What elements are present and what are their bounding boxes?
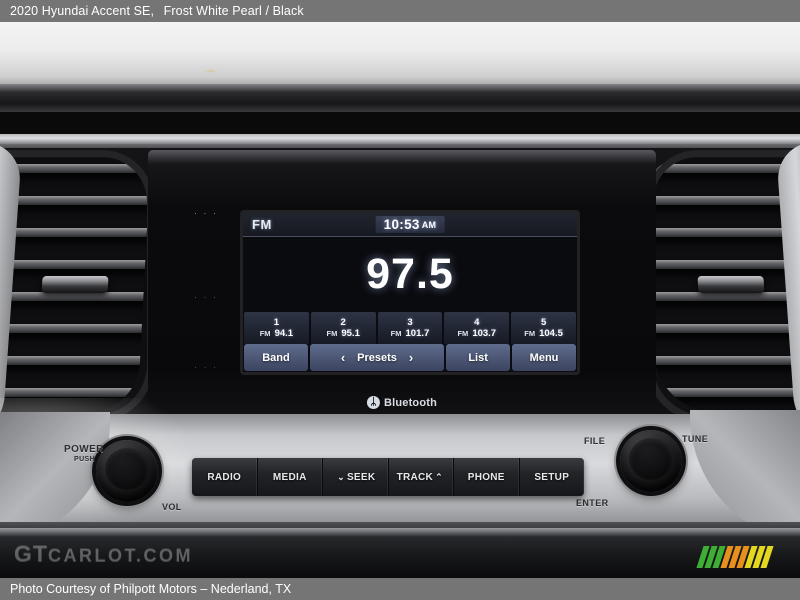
- air-vent-left[interactable]: [0, 158, 151, 413]
- infotainment-screen[interactable]: FM 10:53 AM 97.5 1 FM 94.1 2 FM 95.1 3 F…: [243, 213, 577, 372]
- frequency-area: 97.5: [243, 237, 577, 312]
- preset-frequency: 101.7: [405, 328, 430, 339]
- dash-reflection: [203, 69, 219, 73]
- preset-button-1[interactable]: 1 FM 94.1: [244, 312, 309, 344]
- screen-status-bar: FM 10:53 AM: [243, 213, 577, 237]
- presets-softkey[interactable]: ‹ Presets ›: [309, 344, 445, 371]
- radio-button[interactable]: RADIO: [192, 458, 258, 496]
- preset-button-5[interactable]: 5 FM 104.5: [511, 312, 576, 344]
- preset-frequency: 104.5: [539, 328, 563, 339]
- head-unit: · · · · · · · · · FM 10:53 AM 97.5 1 FM …: [148, 150, 656, 432]
- clock-display: 10:53 AM: [375, 216, 445, 233]
- preset-frequency: 103.7: [472, 328, 497, 339]
- preset-frequency: 94.1: [274, 328, 294, 339]
- vent-adjuster-right[interactable]: [697, 276, 765, 293]
- preset-number: 1: [273, 317, 280, 328]
- power-label: POWER: [64, 444, 104, 455]
- chevron-left-icon[interactable]: ‹: [341, 350, 345, 365]
- head-unit-dots-low: · · ·: [194, 362, 218, 372]
- track-button-label: TRACK: [396, 471, 434, 483]
- radio-button-label: RADIO: [207, 471, 242, 483]
- preset-number: 2: [340, 317, 346, 328]
- phone-button-label: PHONE: [467, 471, 505, 483]
- preset-button-4[interactable]: 4 FM 103.7: [444, 312, 510, 344]
- band-indicator: FM: [252, 217, 272, 232]
- vehicle-caption-bar: 2020 Hyundai Accent SE, Frost White Pear…: [0, 0, 800, 22]
- hard-button-strip: RADIO MEDIA ⌄ SEEK TRACK ⌃ PHONE SETUP: [192, 458, 584, 496]
- brand-color-bars: [696, 546, 774, 568]
- vehicle-colors: Frost White Pearl / Black: [163, 4, 304, 18]
- photo-credit-bar: Photo Courtesy of Philpott Motors – Nede…: [0, 578, 800, 600]
- tune-enter-knob[interactable]: [620, 430, 682, 492]
- phone-button[interactable]: PHONE: [454, 458, 520, 496]
- power-volume-knob-group: POWER PUSH VOL: [64, 440, 181, 512]
- menu-softkey[interactable]: Menu: [512, 344, 576, 371]
- preset-station: FM 95.1: [327, 328, 360, 339]
- preset-row: 1 FM 94.1 2 FM 95.1 3 FM 101.7 4 FM 103.…: [243, 312, 577, 344]
- preset-band: FM: [259, 329, 271, 338]
- band-softkey[interactable]: Band: [244, 344, 308, 371]
- vehicle-title: 2020 Hyundai Accent SE,: [10, 4, 155, 18]
- chevron-right-icon[interactable]: ›: [409, 350, 413, 365]
- watermark-suffix: CARLOT.COM: [47, 545, 193, 565]
- vent-adjuster-left[interactable]: [41, 276, 109, 293]
- bluetooth-icon: ᛦ: [366, 396, 380, 409]
- tune-label: TUNE: [682, 434, 709, 444]
- preset-band: FM: [524, 329, 536, 338]
- tune-enter-knob-group: FILE TUNE ENTER: [576, 430, 708, 508]
- preset-station: FM 94.1: [260, 328, 293, 339]
- preset-band: FM: [390, 329, 402, 338]
- head-unit-dots-top: · · ·: [194, 208, 218, 218]
- bluetooth-label: Bluetooth: [383, 396, 438, 409]
- file-label: FILE: [584, 436, 606, 446]
- preset-number: 5: [540, 317, 547, 328]
- vehicle-photo: · · · · · · · · · FM 10:53 AM 97.5 1 FM …: [0, 22, 800, 578]
- preset-number: 3: [407, 317, 413, 328]
- seek-button-label: SEEK: [346, 471, 376, 483]
- dashboard-top: [0, 22, 800, 92]
- preset-button-3[interactable]: 3 FM 101.7: [377, 312, 443, 344]
- chevron-up-icon: ⌃: [435, 471, 443, 482]
- media-button[interactable]: MEDIA: [257, 458, 323, 496]
- preset-band: FM: [457, 329, 469, 338]
- bluetooth-badge: ᛦ Bluetooth: [366, 396, 438, 409]
- push-label: PUSH: [74, 456, 96, 463]
- preset-station: FM 104.5: [524, 328, 563, 339]
- volume-label: VOL: [162, 502, 182, 512]
- setup-button[interactable]: SETUP: [519, 458, 584, 496]
- preset-button-2[interactable]: 2 FM 95.1: [310, 312, 376, 344]
- watermark-prefix: GT: [14, 540, 48, 566]
- seek-button[interactable]: ⌄ SEEK: [323, 458, 389, 496]
- dashboard-shadow-strip: [0, 84, 800, 112]
- presets-softkey-label: Presets: [357, 351, 397, 364]
- setup-button-label: SETUP: [534, 471, 570, 483]
- preset-station: FM 103.7: [457, 328, 496, 339]
- frequency-display: 97.5: [366, 250, 454, 298]
- clock-ampm: AM: [421, 220, 437, 230]
- clock-time: 10:53: [383, 217, 420, 232]
- media-button-label: MEDIA: [272, 471, 307, 483]
- enter-label: ENTER: [576, 498, 609, 508]
- list-softkey[interactable]: List: [446, 344, 511, 371]
- preset-station: FM 101.7: [391, 328, 430, 339]
- screenshot-root: 2020 Hyundai Accent SE, Frost White Pear…: [0, 0, 800, 600]
- preset-band: FM: [326, 329, 338, 338]
- preset-frequency: 95.1: [341, 328, 360, 339]
- track-button[interactable]: TRACK ⌃: [388, 458, 454, 496]
- infotainment-screen-frame: FM 10:53 AM 97.5 1 FM 94.1 2 FM 95.1 3 F…: [240, 210, 580, 375]
- site-watermark: GTCARLOT.COM: [14, 540, 193, 567]
- chevron-down-icon: ⌄: [337, 471, 345, 482]
- power-volume-knob[interactable]: [96, 440, 158, 502]
- preset-number: 4: [474, 317, 480, 328]
- air-vent-right[interactable]: [643, 158, 800, 413]
- head-unit-dots-mid: · · ·: [194, 292, 218, 302]
- softkey-row: Band ‹ Presets › List Menu: [243, 344, 577, 372]
- photo-credit-text: Photo Courtesy of Philpott Motors – Nede…: [10, 582, 292, 596]
